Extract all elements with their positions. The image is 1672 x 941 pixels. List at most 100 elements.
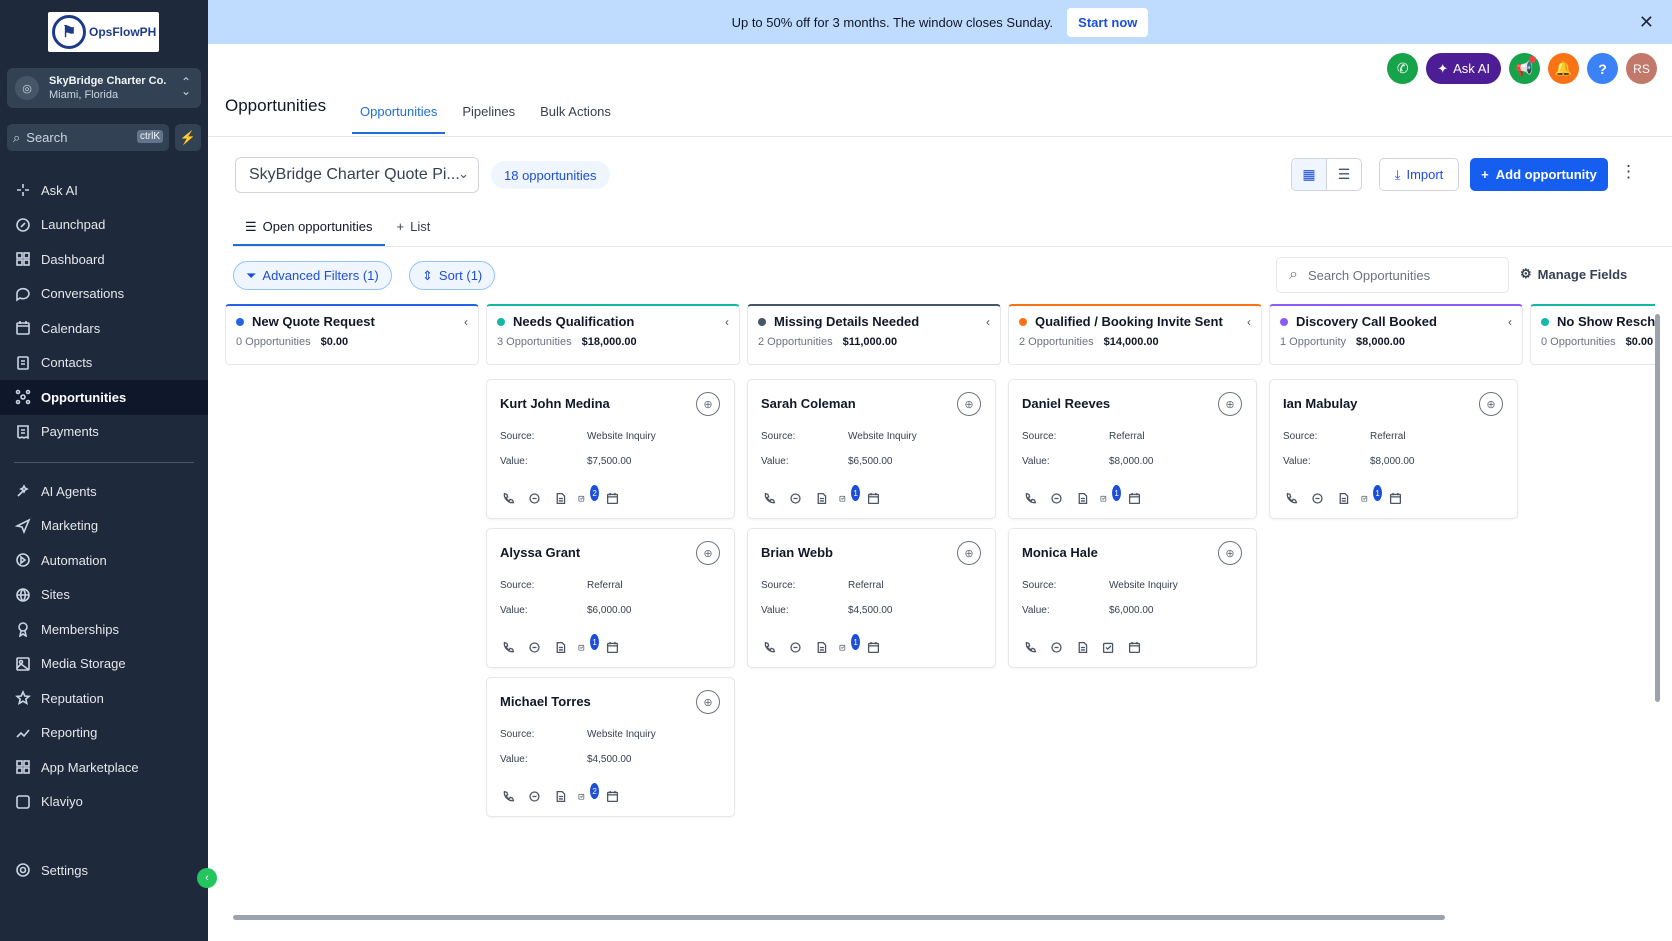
assign-user-icon[interactable]: ⊕	[696, 690, 720, 714]
calendar-icon[interactable]	[604, 490, 620, 506]
task-icon[interactable]: 1	[1100, 485, 1121, 506]
task-icon[interactable]: 1	[839, 634, 860, 655]
calendar-icon[interactable]	[604, 788, 620, 804]
calendar-icon[interactable]	[1126, 639, 1142, 655]
phone-icon[interactable]	[761, 490, 777, 506]
opportunity-card[interactable]: Daniel Reeves ⊕ Source: Referral Value: $8,00…	[1008, 379, 1257, 519]
tab-add-list[interactable]: + List	[385, 211, 443, 246]
megaphone-icon[interactable]: 📢	[1509, 53, 1540, 84]
collapse-column-icon[interactable]: ‹	[464, 315, 468, 329]
sidebar-item-ask-ai[interactable]: Ask AI	[0, 173, 208, 208]
import-button[interactable]: ⤓ Import	[1379, 158, 1459, 191]
ask-ai-button[interactable]: ✦ Ask AI	[1426, 53, 1501, 84]
sidebar-item-ai-agents[interactable]: AI Agents	[0, 474, 208, 509]
column-header[interactable]: New Quote Request 0 Opportunities $0.00 ‹	[225, 304, 479, 365]
document-icon[interactable]	[552, 639, 568, 655]
sidebar-item-opportunities[interactable]: Opportunities	[0, 380, 208, 415]
sort-button[interactable]: ⇕ Sort (1)	[409, 261, 496, 290]
calendar-icon[interactable]	[1126, 490, 1142, 506]
phone-icon[interactable]	[1022, 490, 1038, 506]
sidebar-item-memberships[interactable]: Memberships	[0, 612, 208, 647]
start-now-button[interactable]: Start now	[1067, 7, 1149, 37]
phone-icon[interactable]	[761, 639, 777, 655]
task-icon[interactable]: 1	[578, 634, 599, 655]
opportunity-name[interactable]: Brian Webb	[761, 545, 833, 560]
opportunity-name[interactable]: Alyssa Grant	[500, 545, 580, 560]
column-header[interactable]: Qualified / Booking Invite Sent 2 Opportu…	[1008, 304, 1262, 365]
message-icon[interactable]	[787, 490, 803, 506]
sidebar-item-dashboard[interactable]: Dashboard	[0, 242, 208, 277]
pipeline-select[interactable]: SkyBridge Charter Quote Pi... ⌄	[235, 157, 479, 193]
assign-user-icon[interactable]: ⊕	[957, 392, 981, 416]
phone-icon[interactable]	[1283, 490, 1299, 506]
document-icon[interactable]	[1074, 639, 1090, 655]
opportunity-card[interactable]: Michael Torres ⊕ Source: Website Inquiry Val…	[486, 677, 735, 817]
help-icon[interactable]: ?	[1587, 53, 1618, 84]
task-icon[interactable]: 1	[1361, 485, 1382, 506]
message-icon[interactable]	[526, 490, 542, 506]
close-icon[interactable]: ✕	[1639, 12, 1654, 33]
sidebar-item-reporting[interactable]: Reporting	[0, 716, 208, 751]
opportunity-name[interactable]: Michael Torres	[500, 694, 591, 709]
opportunity-card[interactable]: Alyssa Grant ⊕ Source: Referral Value: $6,000…	[486, 528, 735, 668]
collapse-column-icon[interactable]: ‹	[1508, 315, 1512, 329]
sidebar-item-contacts[interactable]: Contacts	[0, 346, 208, 381]
opportunity-card[interactable]: Monica Hale ⊕ Source: Website Inquiry Value:…	[1008, 528, 1257, 668]
sidebar-item-klaviyo[interactable]: Klaviyo	[0, 785, 208, 820]
assign-user-icon[interactable]: ⊕	[1218, 392, 1242, 416]
document-icon[interactable]	[813, 639, 829, 655]
assign-user-icon[interactable]: ⊕	[1479, 392, 1503, 416]
calendar-icon[interactable]	[604, 639, 620, 655]
document-icon[interactable]	[552, 490, 568, 506]
search-opportunities-input[interactable]: ⌕ Search Opportunities	[1276, 257, 1509, 293]
assign-user-icon[interactable]: ⊕	[1218, 541, 1242, 565]
opportunity-name[interactable]: Sarah Coleman	[761, 396, 856, 411]
phone-icon[interactable]	[1022, 639, 1038, 655]
document-icon[interactable]	[813, 490, 829, 506]
message-icon[interactable]	[1048, 639, 1064, 655]
collapse-column-icon[interactable]: ‹	[725, 315, 729, 329]
document-icon[interactable]	[1074, 490, 1090, 506]
user-avatar[interactable]: RS	[1626, 53, 1657, 84]
sidebar-item-conversations[interactable]: Conversations	[0, 277, 208, 312]
document-icon[interactable]	[552, 788, 568, 804]
phone-icon[interactable]: ✆	[1387, 53, 1419, 84]
tab-pipelines[interactable]: Pipelines	[454, 96, 523, 134]
opportunity-card[interactable]: Ian Mabulay ⊕ Source: Referral Value: $8,000.…	[1269, 379, 1518, 519]
calendar-icon[interactable]	[865, 639, 881, 655]
bell-icon[interactable]: 🔔	[1548, 53, 1579, 84]
message-icon[interactable]	[1309, 490, 1325, 506]
collapse-sidebar-button[interactable]: ‹	[197, 868, 217, 888]
message-icon[interactable]	[526, 788, 542, 804]
brand-logo[interactable]: ⚑ OpsFlowPH	[48, 12, 159, 52]
tab-open-opportunities[interactable]: ☰ Open opportunities	[233, 211, 385, 246]
message-icon[interactable]	[1048, 490, 1064, 506]
sidebar-item-calendars[interactable]: Calendars	[0, 311, 208, 346]
advanced-filters-button[interactable]: ⏷ Advanced Filters (1)	[233, 261, 392, 290]
column-header[interactable]: No Show Reschedule Nee... 0 Opportunities…	[1530, 304, 1655, 365]
sidebar-item-marketing[interactable]: Marketing	[0, 509, 208, 544]
opportunity-name[interactable]: Kurt John Medina	[500, 396, 610, 411]
opportunity-name[interactable]: Monica Hale	[1022, 545, 1098, 560]
calendar-icon[interactable]	[1387, 490, 1403, 506]
sidebar-item-sites[interactable]: Sites	[0, 578, 208, 613]
opportunity-card[interactable]: Kurt John Medina ⊕ Source: Website Inquiry V…	[486, 379, 735, 519]
sidebar-item-app-marketplace[interactable]: App Marketplace	[0, 750, 208, 785]
quick-action-bolt-icon[interactable]: ⚡	[175, 124, 201, 151]
assign-user-icon[interactable]: ⊕	[696, 541, 720, 565]
tab-bulk-actions[interactable]: Bulk Actions	[532, 96, 619, 134]
horizontal-scrollbar[interactable]	[223, 914, 1653, 920]
sidebar-item-launchpad[interactable]: Launchpad	[0, 208, 208, 243]
sidebar-item-automation[interactable]: Automation	[0, 543, 208, 578]
task-icon[interactable]: 2	[578, 783, 599, 804]
sidebar-item-media-storage[interactable]: Media Storage	[0, 647, 208, 682]
document-icon[interactable]	[1335, 490, 1351, 506]
phone-icon[interactable]	[500, 639, 516, 655]
sidebar-item-payments[interactable]: Payments	[0, 415, 208, 450]
more-options-icon[interactable]: ⋮	[1620, 162, 1637, 182]
assign-user-icon[interactable]: ⊕	[696, 392, 720, 416]
message-icon[interactable]	[787, 639, 803, 655]
opportunity-card[interactable]: Brian Webb ⊕ Source: Referral Value: $4,500.0…	[747, 528, 996, 668]
task-icon[interactable]: 2	[578, 485, 599, 506]
sidebar-item-reputation[interactable]: Reputation	[0, 681, 208, 716]
